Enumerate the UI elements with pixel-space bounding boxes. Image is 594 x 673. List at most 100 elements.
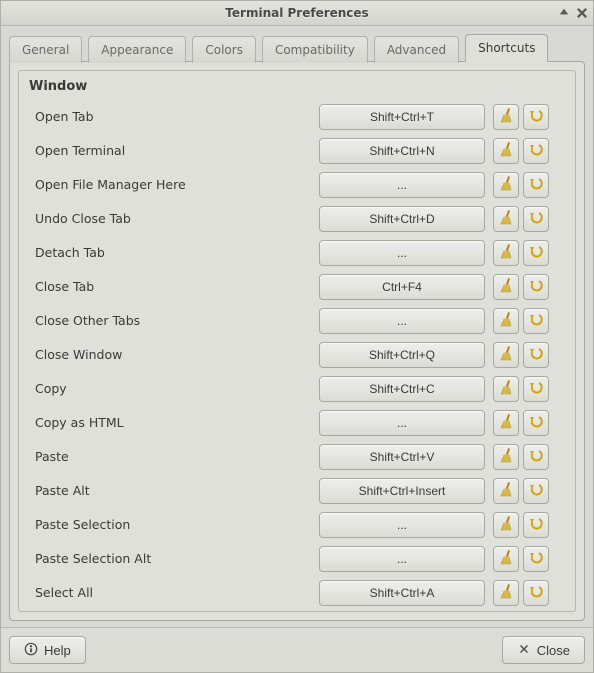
clear-shortcut-button[interactable] xyxy=(493,206,519,232)
shortcut-value: Shift+Ctrl+D xyxy=(369,212,434,226)
clear-shortcut-button[interactable] xyxy=(493,546,519,572)
shortcut-row-paste-selection-alt: Paste Selection Alt... xyxy=(27,542,567,576)
shortcut-label: Close Other Tabs xyxy=(27,313,319,328)
shortcut-value: ... xyxy=(397,178,407,192)
clear-shortcut-button[interactable] xyxy=(493,138,519,164)
shortcut-row-paste: Paste Shift+Ctrl+V xyxy=(27,440,567,474)
shortcut-label: Open File Manager Here xyxy=(27,177,319,192)
clear-shortcut-button[interactable] xyxy=(493,376,519,402)
shortcut-row-copy-as-html: Copy as HTML... xyxy=(27,406,567,440)
shade-icon[interactable] xyxy=(557,6,571,20)
revert-icon xyxy=(528,311,544,330)
shortcut-label: Paste xyxy=(27,449,319,464)
reset-shortcut-button[interactable] xyxy=(523,138,549,164)
shortcut-button-paste-selection[interactable]: ... xyxy=(319,512,485,538)
broom-icon xyxy=(498,345,514,364)
shortcut-row-close-window: Close WindowShift+Ctrl+Q xyxy=(27,338,567,372)
shortcut-button-close-tab[interactable]: Ctrl+F4 xyxy=(319,274,485,300)
window-title: Terminal Preferences xyxy=(225,6,368,20)
shortcut-label: Select All xyxy=(27,585,319,600)
revert-icon xyxy=(528,141,544,160)
shortcut-label: Detach Tab xyxy=(27,245,319,260)
broom-icon xyxy=(498,243,514,262)
shortcut-button-close-window[interactable]: Shift+Ctrl+Q xyxy=(319,342,485,368)
tab-colors[interactable]: Colors xyxy=(192,36,256,63)
reset-shortcut-button[interactable] xyxy=(523,444,549,470)
shortcut-button-paste[interactable]: Shift+Ctrl+V xyxy=(319,444,485,470)
shortcut-button-close-other-tabs[interactable]: ... xyxy=(319,308,485,334)
revert-icon xyxy=(528,413,544,432)
shortcut-button-undo-close-tab[interactable]: Shift+Ctrl+D xyxy=(319,206,485,232)
reset-shortcut-button[interactable] xyxy=(523,206,549,232)
close-button[interactable]: Close xyxy=(502,636,585,664)
shortcut-button-copy[interactable]: Shift+Ctrl+C xyxy=(319,376,485,402)
shortcut-value: Shift+Ctrl+N xyxy=(369,144,434,158)
reset-shortcut-button[interactable] xyxy=(523,376,549,402)
tab-general[interactable]: General xyxy=(9,36,82,63)
tab-shortcuts[interactable]: Shortcuts xyxy=(465,34,548,62)
shortcut-button-detach-tab[interactable]: ... xyxy=(319,240,485,266)
clear-shortcut-button[interactable] xyxy=(493,274,519,300)
reset-shortcut-button[interactable] xyxy=(523,478,549,504)
reset-shortcut-button[interactable] xyxy=(523,274,549,300)
broom-icon xyxy=(498,583,514,602)
shortcuts-panel: Window Open Tab Shift+Ctrl+T Open Termina… xyxy=(9,61,585,621)
shortcut-button-open-tab[interactable]: Shift+Ctrl+T xyxy=(319,104,485,130)
shortcut-value: Shift+Ctrl+A xyxy=(370,586,435,600)
shortcut-button-open-file-manager-here[interactable]: ... xyxy=(319,172,485,198)
reset-shortcut-button[interactable] xyxy=(523,308,549,334)
clear-shortcut-button[interactable] xyxy=(493,104,519,130)
shortcut-button-paste-selection-alt[interactable]: ... xyxy=(319,546,485,572)
shortcut-button-select-all[interactable]: Shift+Ctrl+A xyxy=(319,580,485,606)
revert-icon xyxy=(528,583,544,602)
clear-shortcut-button[interactable] xyxy=(493,240,519,266)
shortcut-button-copy-as-html[interactable]: ... xyxy=(319,410,485,436)
close-icon xyxy=(517,642,531,659)
reset-shortcut-button[interactable] xyxy=(523,580,549,606)
clear-shortcut-button[interactable] xyxy=(493,342,519,368)
clear-shortcut-button[interactable] xyxy=(493,580,519,606)
tab-compatibility[interactable]: Compatibility xyxy=(262,36,368,63)
revert-icon xyxy=(528,515,544,534)
reset-shortcut-button[interactable] xyxy=(523,172,549,198)
shortcut-value: Shift+Ctrl+T xyxy=(370,110,434,124)
reset-shortcut-button[interactable] xyxy=(523,240,549,266)
clear-shortcut-button[interactable] xyxy=(493,512,519,538)
shortcut-label: Copy as HTML xyxy=(27,415,319,430)
reset-shortcut-button[interactable] xyxy=(523,104,549,130)
shortcut-row-open-file-manager-here: Open File Manager Here... xyxy=(27,168,567,202)
group-title: Window xyxy=(25,77,569,100)
close-icon[interactable] xyxy=(575,6,589,20)
shortcut-label: Open Tab xyxy=(27,109,319,124)
reset-shortcut-button[interactable] xyxy=(523,546,549,572)
reset-shortcut-button[interactable] xyxy=(523,512,549,538)
shortcut-row-paste-selection: Paste Selection... xyxy=(27,508,567,542)
shortcut-button-open-terminal[interactable]: Shift+Ctrl+N xyxy=(319,138,485,164)
help-button[interactable]: Help xyxy=(9,636,86,664)
clear-shortcut-button[interactable] xyxy=(493,444,519,470)
reset-shortcut-button[interactable] xyxy=(523,342,549,368)
clear-shortcut-button[interactable] xyxy=(493,478,519,504)
shortcut-value: ... xyxy=(397,416,407,430)
clear-shortcut-button[interactable] xyxy=(493,172,519,198)
shortcut-value: ... xyxy=(397,552,407,566)
shortcut-row-copy: CopyShift+Ctrl+C xyxy=(27,372,567,406)
tab-appearance[interactable]: Appearance xyxy=(88,36,186,63)
revert-icon xyxy=(528,549,544,568)
tab-label: Appearance xyxy=(101,43,173,57)
clear-shortcut-button[interactable] xyxy=(493,308,519,334)
shortcut-value: Shift+Ctrl+Q xyxy=(369,348,435,362)
shortcut-value: Shift+Ctrl+V xyxy=(370,450,435,464)
titlebar: Terminal Preferences xyxy=(1,1,593,26)
reset-shortcut-button[interactable] xyxy=(523,410,549,436)
tab-label: Shortcuts xyxy=(478,41,535,55)
shortcut-label: Paste Selection Alt xyxy=(27,551,319,566)
clear-shortcut-button[interactable] xyxy=(493,410,519,436)
shortcut-rows: Open Tab Shift+Ctrl+T Open TerminalShift+… xyxy=(25,100,569,607)
tab-advanced[interactable]: Advanced xyxy=(374,36,459,63)
shortcut-row-open-terminal: Open TerminalShift+Ctrl+N xyxy=(27,134,567,168)
shortcut-value: Ctrl+F4 xyxy=(382,280,422,294)
shortcut-row-close-other-tabs: Close Other Tabs... xyxy=(27,304,567,338)
broom-icon xyxy=(498,175,514,194)
shortcut-button-paste-alt[interactable]: Shift+Ctrl+Insert xyxy=(319,478,485,504)
